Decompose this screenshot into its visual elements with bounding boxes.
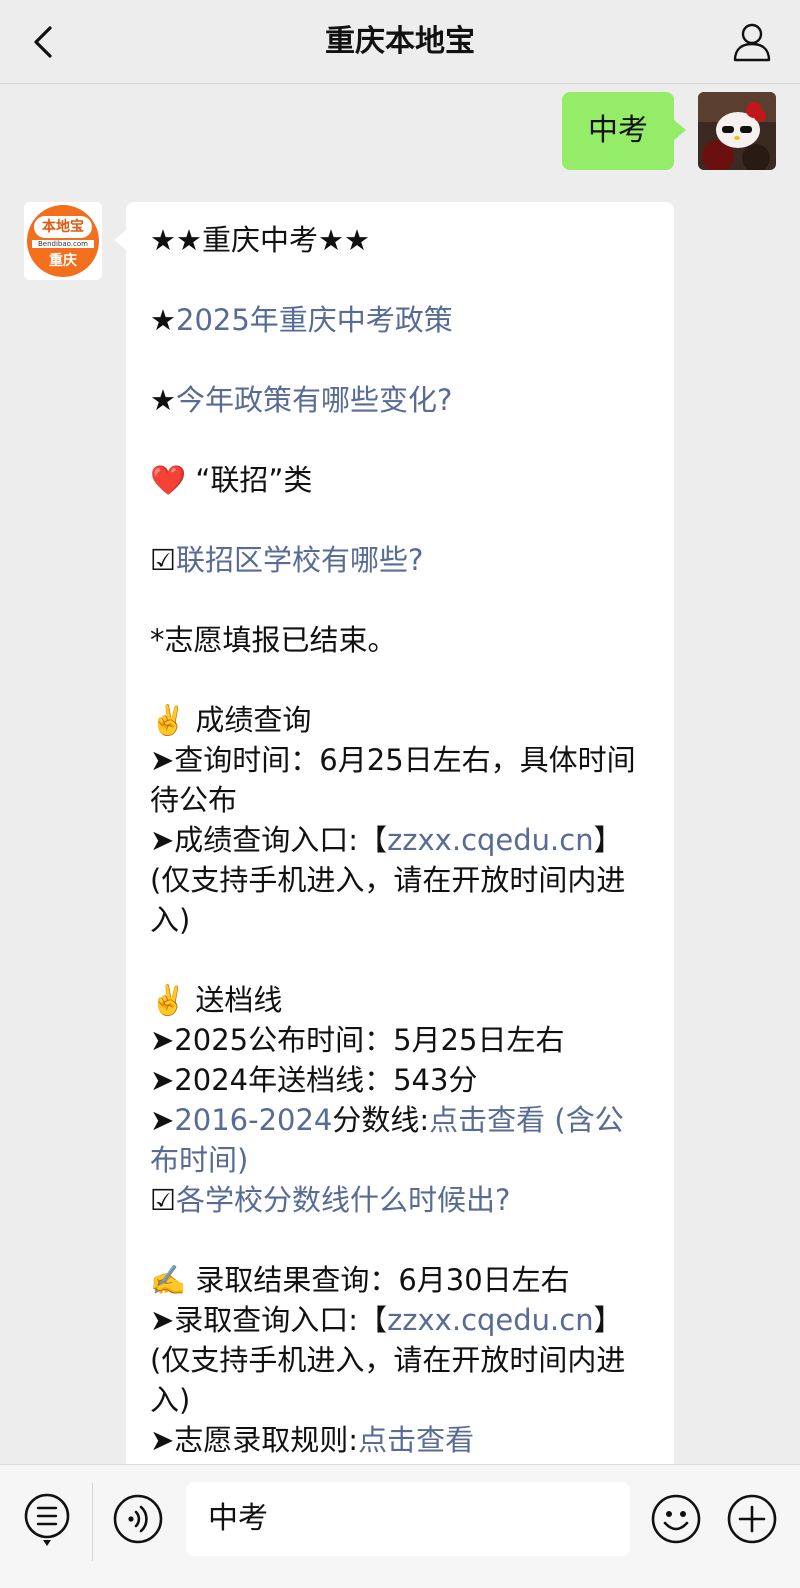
star-icon: ★ [150, 303, 176, 337]
user-avatar[interactable] [698, 92, 776, 170]
lianzhao-label: “联招”类 [195, 463, 313, 497]
line-2025: ➤2025公布时间：5月25日左右 [150, 1023, 565, 1057]
chat-title: 重庆本地宝 [325, 24, 475, 59]
score-entry-line: ➤成绩查询入口:【zzxx.cqedu.cn】 [150, 820, 650, 860]
article-heading: ★★重庆中考★★ [150, 223, 370, 257]
schools-link[interactable]: 联招区学校有哪些? [176, 543, 423, 577]
list-menu-icon[interactable] [22, 1491, 72, 1549]
heart-icon: ❤️ [150, 463, 187, 497]
history-mid: 分数线: [332, 1103, 430, 1137]
smiley-icon[interactable] [650, 1493, 702, 1545]
bot-avatar[interactable]: 本地宝 Bendibao.com 重庆 [24, 202, 102, 280]
policy-link[interactable]: 2025年重庆中考政策 [176, 303, 453, 337]
score-entry-prefix: ➤成绩查询入口:【 [150, 823, 388, 857]
line-heading: ✌️ 送档线 [150, 983, 283, 1017]
admit-entry-link[interactable]: zzxx.cqedu.cn [387, 1303, 594, 1337]
rules-link[interactable]: 点击查看 [358, 1423, 474, 1457]
input-bar: 中考 [0, 1464, 800, 1588]
changes-link[interactable]: 今年政策有哪些变化? [176, 383, 452, 417]
bot-avatar-url: Bendibao.com [37, 240, 88, 248]
message-input[interactable]: 中考 [186, 1482, 630, 1556]
score-note: (仅支持手机进入，请在开放时间内进入) [150, 863, 626, 937]
rules-prefix: ➤志愿录取规则: [150, 1423, 359, 1457]
checkbox-icon: ☑ [150, 543, 176, 577]
score-heading: ✌️ 成绩查询 [150, 703, 312, 737]
score-time: ➤查询时间：6月25日左右，具体时间待公布 [150, 743, 636, 817]
history-years-link[interactable]: 2016-2024 [174, 1103, 332, 1137]
chat-area[interactable]: 中考 本地宝 Bendibao.com 重庆 ★★重庆中考★★ ★2025年重庆… [0, 84, 800, 1464]
bot-avatar-brand: 本地宝 [42, 219, 84, 235]
plus-circle-icon[interactable] [726, 1493, 778, 1545]
when-link[interactable]: 各学校分数线什么时候出? [176, 1183, 510, 1217]
star-icon: ★ [150, 383, 176, 417]
checkbox-icon: ☑ [150, 1183, 176, 1217]
user-message-bubble[interactable]: 中考 [562, 92, 686, 170]
arrow-prefix: ➤ [150, 1103, 175, 1137]
bot-avatar-city: 重庆 [49, 253, 77, 269]
admit-entry-suffix: 】 [593, 1303, 623, 1337]
volunteer-note: *志愿填报已结束。 [150, 623, 397, 657]
voice-icon[interactable] [112, 1493, 164, 1545]
changes-line: ★今年政策有哪些变化? [150, 380, 650, 420]
divider [92, 1483, 93, 1561]
when-line: ☑各学校分数线什么时候出? [150, 1180, 650, 1220]
person-icon[interactable] [730, 20, 774, 64]
line-2024: ➤2024年送档线：543分 [150, 1063, 478, 1097]
bot-message-bubble: ★★重庆中考★★ ★2025年重庆中考政策 ★今年政策有哪些变化? ❤️ “联招… [114, 202, 674, 1464]
policy-line: ★2025年重庆中考政策 [150, 300, 650, 340]
lianzhao-line: ❤️ “联招”类 [150, 460, 650, 500]
top-bar: 重庆本地宝 [0, 0, 800, 84]
schools-line: ☑联招区学校有哪些? [150, 540, 650, 580]
admit-entry-line: ➤录取查询入口:【zzxx.cqedu.cn】 [150, 1300, 650, 1340]
admit-entry-prefix: ➤录取查询入口:【 [150, 1303, 388, 1337]
user-message-text: 中考 [588, 113, 648, 148]
history-line: ➤2016-2024分数线:点击查看 (含公布时间) [150, 1100, 650, 1180]
admit-heading: ✍️ 录取结果查询：6月30日左右 [150, 1263, 570, 1297]
rules-line: ➤志愿录取规则:点击查看 [150, 1420, 650, 1460]
score-entry-suffix: 】 [593, 823, 623, 857]
admit-note: (仅支持手机进入，请在开放时间内进入) [150, 1343, 626, 1417]
score-entry-link[interactable]: zzxx.cqedu.cn [387, 823, 594, 857]
